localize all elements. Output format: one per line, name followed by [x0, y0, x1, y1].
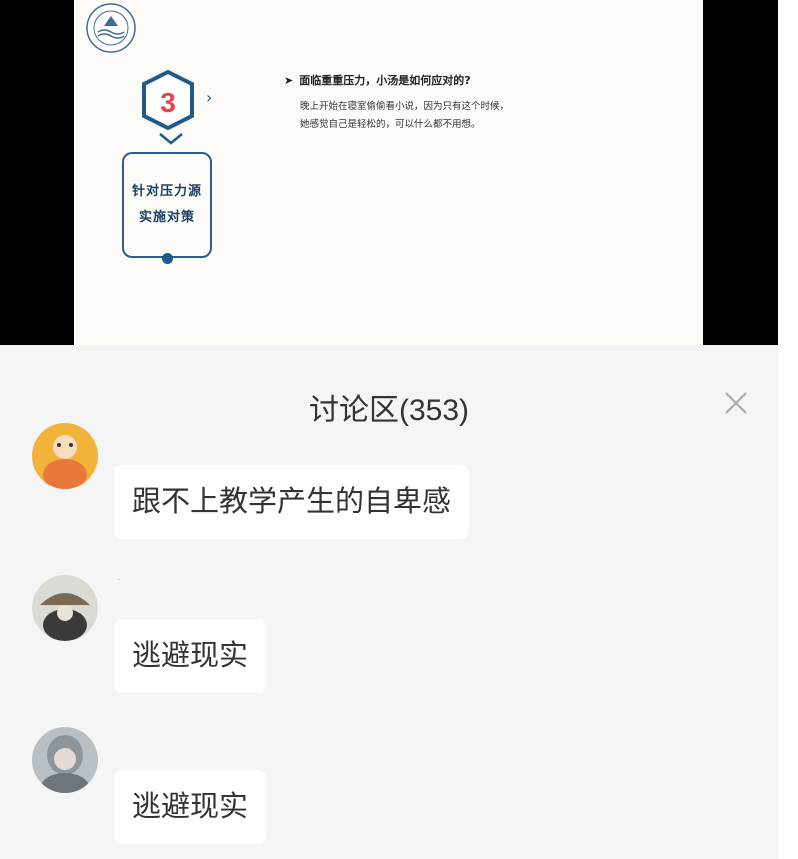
question-text: 面临重重压力，小汤是如何应对的?: [299, 74, 471, 87]
strategy-dot: [162, 253, 173, 264]
chevron-down-icon: [159, 133, 183, 145]
comment-text: 跟不上教学产生的自卑感: [132, 486, 452, 518]
answer-line-2: 她感觉自己是轻松的，可以什么都不用想。: [300, 119, 481, 130]
chevron-right-icon: ›: [206, 88, 213, 107]
question-heading: ➤ 面临重重压力，小汤是如何应对的?: [284, 72, 471, 88]
lecture-slide: 3 › 针对压力源 实施对策 ➤ 面临重重压力，小汤是如何应对的? 晚上开始在寝室…: [74, 0, 703, 345]
avatar[interactable]: [32, 727, 98, 793]
comment-bubble: 逃避现实: [114, 770, 267, 844]
commenter-name: ·: [118, 577, 120, 584]
comment-text: 逃避现实: [132, 791, 249, 823]
strategy-line-1: 针对压力源: [131, 184, 202, 199]
school-logo-icon: [86, 3, 136, 53]
discussion-panel: 讨论区(353) 跟不上教学产生的自卑感 · 逃避现实 逃避现实: [0, 345, 778, 859]
avatar[interactable]: [32, 575, 98, 641]
comment-bubble: 逃避现实: [114, 619, 267, 693]
avatar[interactable]: [32, 423, 98, 489]
step-badge: 3: [142, 70, 194, 131]
arrow-bullet-icon: ➤: [284, 74, 294, 87]
answer-text: 晚上开始在寝室偷偷看小说，因为只有这个时候， 她感觉自己是轻松的，可以什么都不用…: [300, 98, 600, 134]
comment-bubble: 跟不上教学产生的自卑感: [114, 465, 470, 539]
strategy-line-2: 实施对策: [138, 210, 195, 225]
discussion-title: 讨论区(353): [308, 394, 470, 427]
step-number: 3: [160, 87, 176, 118]
strategy-box: 针对压力源 实施对策: [122, 152, 212, 258]
comment-text: 逃避现实: [132, 640, 249, 672]
close-icon[interactable]: [720, 387, 752, 419]
right-margin: [778, 0, 798, 859]
answer-line-1: 晚上开始在寝室偷偷看小说，因为只有这个时候，: [300, 101, 510, 112]
video-player[interactable]: 3 › 针对压力源 实施对策 ➤ 面临重重压力，小汤是如何应对的? 晚上开始在寝室…: [0, 0, 778, 345]
